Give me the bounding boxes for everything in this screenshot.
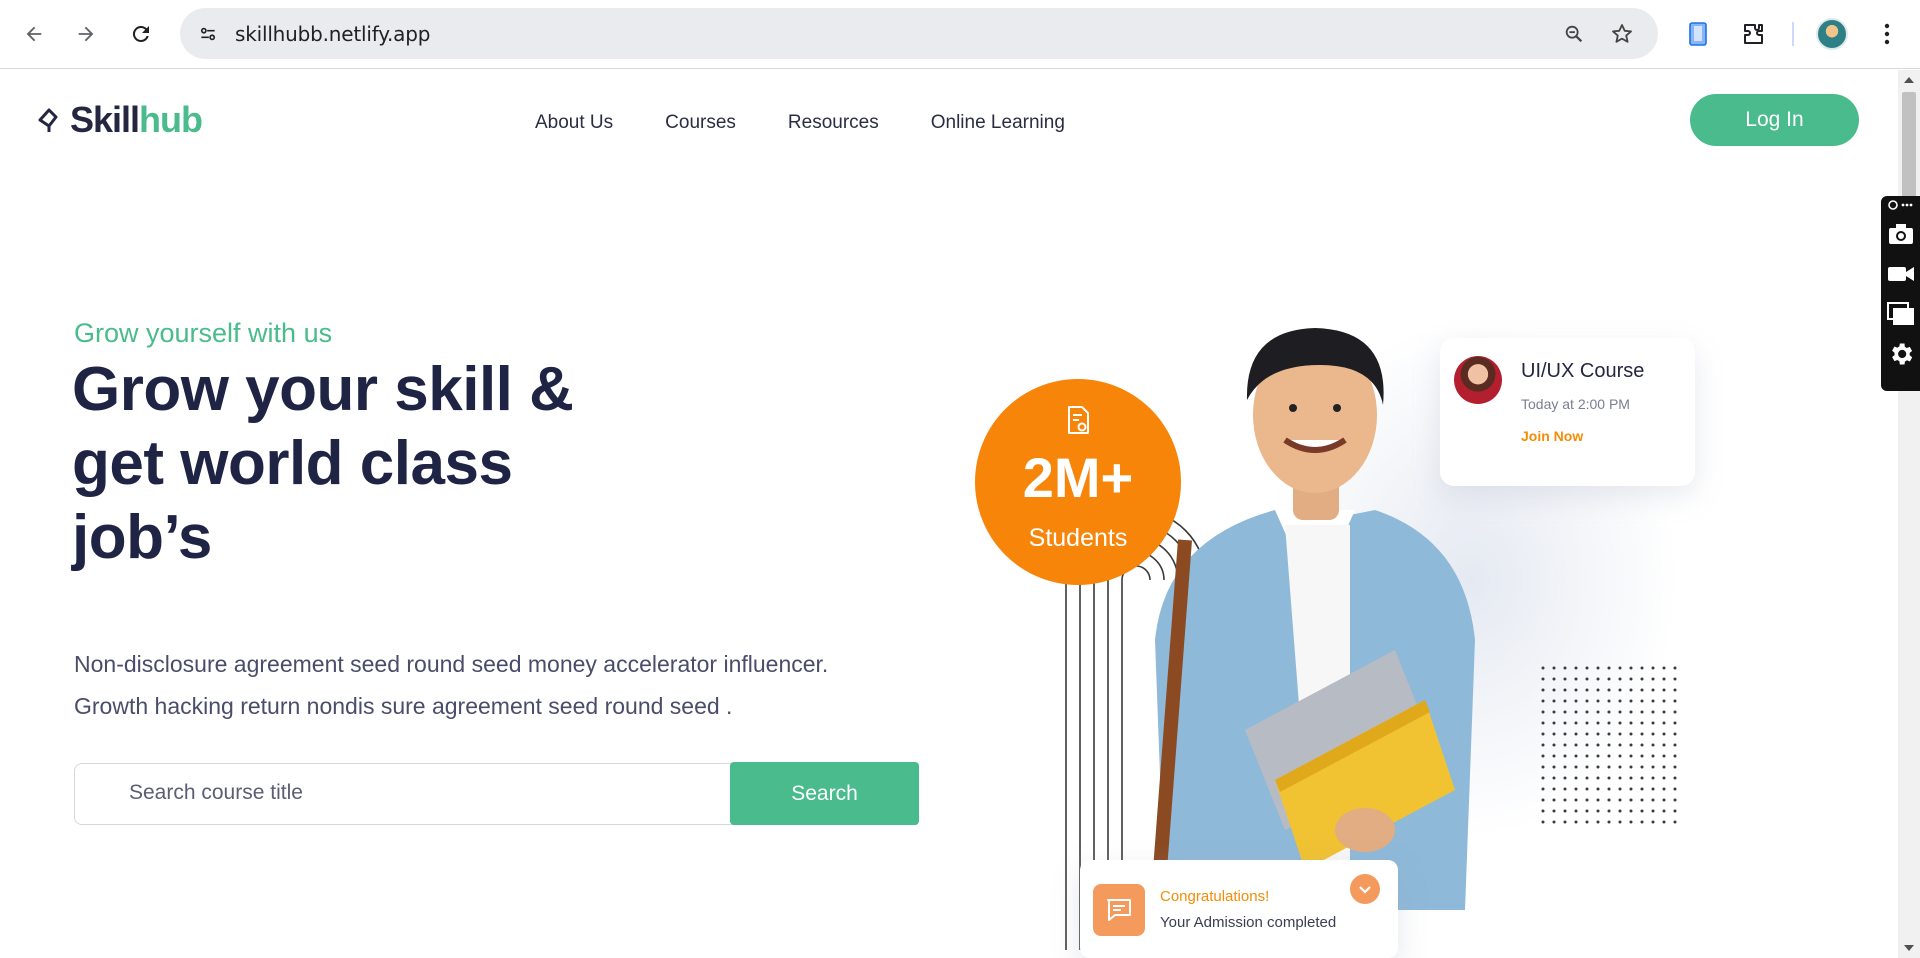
- scroll-up-arrow[interactable]: [1904, 77, 1914, 83]
- students-stat-badge: 2M+ Students: [975, 379, 1181, 585]
- course-card[interactable]: UI/UX Course Today at 2:00 PM Join Now: [1440, 338, 1695, 486]
- forward-button[interactable]: [66, 14, 106, 54]
- video-camera-icon[interactable]: [1887, 260, 1915, 288]
- hero-description-line-1: Non-disclosure agreement seed round seed…: [74, 651, 829, 677]
- login-button[interactable]: Log In: [1690, 94, 1859, 146]
- chevron-down-icon[interactable]: [1350, 874, 1380, 904]
- nav-online-learning[interactable]: Online Learning: [931, 112, 1065, 134]
- site-info-icon[interactable]: [192, 18, 224, 50]
- bookmark-star-icon[interactable]: [1606, 18, 1638, 50]
- logo-text-skill: Skill: [70, 99, 140, 140]
- certificate-icon: [1068, 406, 1089, 434]
- url-text[interactable]: skillhubb.netlify.app: [235, 22, 430, 46]
- site-logo[interactable]: Skillhub: [34, 99, 203, 140]
- congrats-title: Congratulations!: [1160, 888, 1270, 905]
- profile-avatar[interactable]: [1816, 18, 1848, 50]
- hero-illustration: 2M+ Students UI/UX Course Today at 2:00 …: [960, 290, 1760, 958]
- back-icon: [26, 26, 42, 42]
- course-title: UI/UX Course: [1521, 360, 1645, 382]
- forward-icon: [78, 26, 94, 42]
- students-count: 2M+: [1022, 446, 1134, 509]
- students-label: Students: [1028, 524, 1128, 552]
- mobile-icon[interactable]: [1679, 15, 1717, 53]
- chat-message-icon: [1093, 884, 1145, 936]
- toolbar-divider: [1792, 22, 1794, 46]
- join-now-link[interactable]: Join Now: [1521, 428, 1583, 444]
- address-bar[interactable]: skillhubb.netlify.app: [180, 8, 1658, 59]
- link-more-icon[interactable]: [1887, 198, 1915, 212]
- instructor-avatar: [1454, 356, 1502, 404]
- nav-resources[interactable]: Resources: [788, 112, 879, 134]
- window-capture-icon[interactable]: [1887, 300, 1915, 328]
- reload-button[interactable]: [121, 14, 161, 54]
- extensions-icon[interactable]: [1734, 15, 1772, 53]
- page-viewport: Skillhub About Us Courses Resources Onli…: [0, 70, 1898, 958]
- capture-extension-panel: [1881, 196, 1920, 391]
- hero-description-line-2: Growth hacking return nondis sure agreem…: [74, 693, 733, 719]
- logo-mark-icon: [38, 108, 58, 132]
- main-nav: About Us Courses Resources Online Learni…: [535, 112, 1065, 134]
- admission-notification-card: Congratulations! Your Admission complete…: [1080, 860, 1398, 958]
- course-time: Today at 2:00 PM: [1521, 396, 1630, 412]
- browser-toolbar: skillhubb.netlify.app: [0, 0, 1920, 69]
- zoom-icon[interactable]: [1558, 18, 1590, 50]
- logo-text-hub: hub: [139, 99, 203, 140]
- hero-headline: Grow your skill & get world class job’s: [72, 355, 574, 572]
- nav-about-us[interactable]: About Us: [535, 112, 613, 134]
- nav-courses[interactable]: Courses: [665, 112, 736, 134]
- back-button[interactable]: [14, 14, 54, 54]
- congrats-subtitle: Your Admission completed: [1160, 914, 1337, 931]
- decorative-dot-grid: [1540, 665, 1680, 825]
- course-search-input[interactable]: [129, 781, 729, 805]
- gear-icon[interactable]: [1887, 340, 1915, 368]
- more-menu-icon[interactable]: [1868, 15, 1906, 53]
- search-button[interactable]: Search: [730, 762, 919, 825]
- reload-icon: [132, 25, 149, 42]
- hero-description: Non-disclosure agreement seed round seed…: [74, 643, 894, 727]
- scroll-down-arrow[interactable]: [1904, 945, 1914, 951]
- camera-icon[interactable]: [1887, 220, 1915, 248]
- hero-eyebrow: Grow yourself with us: [74, 318, 333, 348]
